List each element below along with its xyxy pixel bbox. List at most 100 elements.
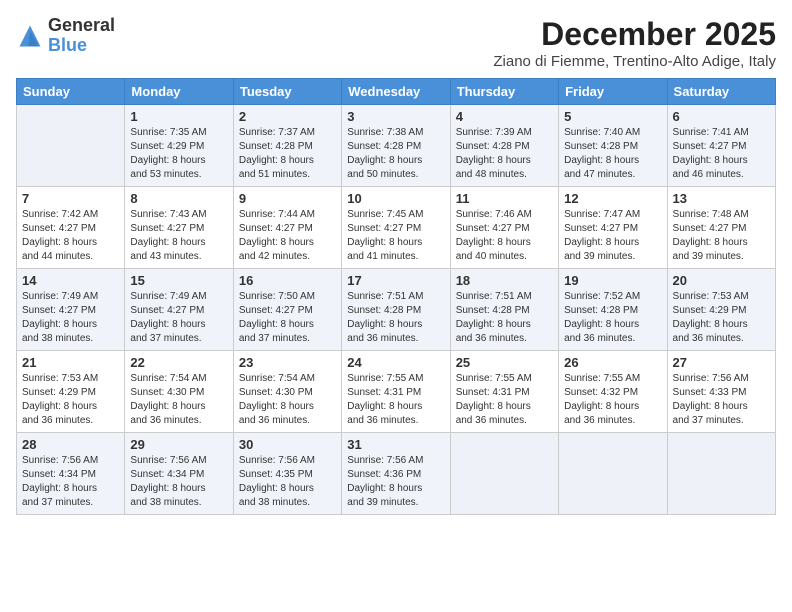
day-info: Sunrise: 7:51 AM Sunset: 4:28 PM Dayligh… <box>347 290 444 346</box>
day-info: Sunrise: 7:41 AM Sunset: 4:27 PM Dayligh… <box>673 126 770 182</box>
calendar-day-cell: 11 Sunrise: 7:46 AM Sunset: 4:27 PM Dayli… <box>450 187 558 269</box>
logo-blue-text: Blue <box>48 35 87 55</box>
day-number: 3 <box>347 109 444 124</box>
weekday-header: Sunday <box>17 79 125 105</box>
calendar-day-cell: 17 Sunrise: 7:51 AM Sunset: 4:28 PM Dayli… <box>342 269 450 351</box>
calendar-day-cell: 26 Sunrise: 7:55 AM Sunset: 4:32 PM Dayli… <box>559 351 667 433</box>
calendar-day-cell: 29 Sunrise: 7:56 AM Sunset: 4:34 PM Dayli… <box>125 433 233 515</box>
calendar-day-cell: 4 Sunrise: 7:39 AM Sunset: 4:28 PM Daylig… <box>450 105 558 187</box>
day-number: 16 <box>239 273 336 288</box>
day-number: 10 <box>347 191 444 206</box>
day-info: Sunrise: 7:51 AM Sunset: 4:28 PM Dayligh… <box>456 290 553 346</box>
day-info: Sunrise: 7:39 AM Sunset: 4:28 PM Dayligh… <box>456 126 553 182</box>
calendar-day-cell: 31Sunrise: 7:56 AM Sunset: 4:36 PM Dayli… <box>342 433 450 515</box>
day-number: 4 <box>456 109 553 124</box>
day-number: 28 <box>22 437 119 452</box>
day-info: Sunrise: 7:56 AM Sunset: 4:34 PM Dayligh… <box>130 454 227 510</box>
day-number: 18 <box>456 273 553 288</box>
day-number: 8 <box>130 191 227 206</box>
calendar-day-cell: 7Sunrise: 7:42 AM Sunset: 4:27 PM Daylig… <box>17 187 125 269</box>
day-number: 24 <box>347 355 444 370</box>
calendar-day-cell: 9 Sunrise: 7:44 AM Sunset: 4:27 PM Daylig… <box>233 187 341 269</box>
day-info: Sunrise: 7:37 AM Sunset: 4:28 PM Dayligh… <box>239 126 336 182</box>
day-number: 14 <box>22 273 119 288</box>
day-number: 15 <box>130 273 227 288</box>
calendar-day-cell: 23 Sunrise: 7:54 AM Sunset: 4:30 PM Dayli… <box>233 351 341 433</box>
calendar-day-cell: 1Sunrise: 7:35 AM Sunset: 4:29 PM Daylig… <box>125 105 233 187</box>
day-info: Sunrise: 7:56 AM Sunset: 4:34 PM Dayligh… <box>22 454 119 510</box>
weekday-header: Thursday <box>450 79 558 105</box>
day-info: Sunrise: 7:35 AM Sunset: 4:29 PM Dayligh… <box>130 126 227 182</box>
calendar-day-cell: 10 Sunrise: 7:45 AM Sunset: 4:27 PM Dayli… <box>342 187 450 269</box>
calendar-day-cell: 5 Sunrise: 7:40 AM Sunset: 4:28 PM Daylig… <box>559 105 667 187</box>
day-number: 23 <box>239 355 336 370</box>
calendar-day-cell <box>667 433 775 515</box>
day-number: 6 <box>673 109 770 124</box>
day-number: 20 <box>673 273 770 288</box>
calendar-day-cell: 21 Sunrise: 7:53 AM Sunset: 4:29 PM Dayli… <box>17 351 125 433</box>
day-info: Sunrise: 7:53 AM Sunset: 4:29 PM Dayligh… <box>673 290 770 346</box>
day-number: 5 <box>564 109 661 124</box>
logo-general-text: General <box>48 15 115 35</box>
day-number: 2 <box>239 109 336 124</box>
day-info: Sunrise: 7:49 AM Sunset: 4:27 PM Dayligh… <box>130 290 227 346</box>
day-number: 17 <box>347 273 444 288</box>
day-info: Sunrise: 7:56 AM Sunset: 4:33 PM Dayligh… <box>673 372 770 428</box>
day-number: 21 <box>22 355 119 370</box>
day-number: 19 <box>564 273 661 288</box>
day-info: Sunrise: 7:53 AM Sunset: 4:29 PM Dayligh… <box>22 372 119 428</box>
calendar-day-cell: 28 Sunrise: 7:56 AM Sunset: 4:34 PM Dayli… <box>17 433 125 515</box>
calendar-week-row: 1Sunrise: 7:35 AM Sunset: 4:29 PM Daylig… <box>17 105 776 187</box>
weekday-header: Friday <box>559 79 667 105</box>
calendar-week-row: 21 Sunrise: 7:53 AM Sunset: 4:29 PM Dayli… <box>17 351 776 433</box>
calendar-header-row: SundayMondayTuesdayWednesdayThursdayFrid… <box>17 79 776 105</box>
calendar-table: SundayMondayTuesdayWednesdayThursdayFrid… <box>16 78 776 515</box>
day-info: Sunrise: 7:56 AM Sunset: 4:35 PM Dayligh… <box>239 454 336 510</box>
day-number: 11 <box>456 191 553 206</box>
day-info: Sunrise: 7:54 AM Sunset: 4:30 PM Dayligh… <box>239 372 336 428</box>
day-info: Sunrise: 7:38 AM Sunset: 4:28 PM Dayligh… <box>347 126 444 182</box>
calendar-day-cell: 15 Sunrise: 7:49 AM Sunset: 4:27 PM Dayli… <box>125 269 233 351</box>
title-block: December 2025 Ziano di Fiemme, Trentino-… <box>493 16 776 70</box>
day-info: Sunrise: 7:46 AM Sunset: 4:27 PM Dayligh… <box>456 208 553 264</box>
calendar-day-cell: 18 Sunrise: 7:51 AM Sunset: 4:28 PM Dayli… <box>450 269 558 351</box>
day-number: 31 <box>347 437 444 452</box>
weekday-header: Monday <box>125 79 233 105</box>
day-info: Sunrise: 7:40 AM Sunset: 4:28 PM Dayligh… <box>564 126 661 182</box>
day-info: Sunrise: 7:52 AM Sunset: 4:28 PM Dayligh… <box>564 290 661 346</box>
calendar-day-cell: 22 Sunrise: 7:54 AM Sunset: 4:30 PM Dayli… <box>125 351 233 433</box>
calendar-day-cell <box>559 433 667 515</box>
calendar-day-cell: 24Sunrise: 7:55 AM Sunset: 4:31 PM Dayli… <box>342 351 450 433</box>
day-info: Sunrise: 7:50 AM Sunset: 4:27 PM Dayligh… <box>239 290 336 346</box>
calendar-day-cell: 14 Sunrise: 7:49 AM Sunset: 4:27 PM Dayli… <box>17 269 125 351</box>
weekday-header: Wednesday <box>342 79 450 105</box>
day-number: 9 <box>239 191 336 206</box>
calendar-day-cell: 6 Sunrise: 7:41 AM Sunset: 4:27 PM Daylig… <box>667 105 775 187</box>
day-number: 25 <box>456 355 553 370</box>
day-info: Sunrise: 7:45 AM Sunset: 4:27 PM Dayligh… <box>347 208 444 264</box>
day-number: 29 <box>130 437 227 452</box>
day-info: Sunrise: 7:49 AM Sunset: 4:27 PM Dayligh… <box>22 290 119 346</box>
day-info: Sunrise: 7:55 AM Sunset: 4:32 PM Dayligh… <box>564 372 661 428</box>
calendar-day-cell: 2 Sunrise: 7:37 AM Sunset: 4:28 PM Daylig… <box>233 105 341 187</box>
day-info: Sunrise: 7:43 AM Sunset: 4:27 PM Dayligh… <box>130 208 227 264</box>
day-info: Sunrise: 7:48 AM Sunset: 4:27 PM Dayligh… <box>673 208 770 264</box>
day-number: 22 <box>130 355 227 370</box>
day-number: 26 <box>564 355 661 370</box>
calendar-day-cell <box>450 433 558 515</box>
logo-icon <box>16 22 44 50</box>
calendar-day-cell: 16 Sunrise: 7:50 AM Sunset: 4:27 PM Dayli… <box>233 269 341 351</box>
day-info: Sunrise: 7:44 AM Sunset: 4:27 PM Dayligh… <box>239 208 336 264</box>
day-info: Sunrise: 7:54 AM Sunset: 4:30 PM Dayligh… <box>130 372 227 428</box>
calendar-day-cell: 8 Sunrise: 7:43 AM Sunset: 4:27 PM Daylig… <box>125 187 233 269</box>
calendar-day-cell: 3 Sunrise: 7:38 AM Sunset: 4:28 PM Daylig… <box>342 105 450 187</box>
weekday-header: Tuesday <box>233 79 341 105</box>
calendar-day-cell: 20 Sunrise: 7:53 AM Sunset: 4:29 PM Dayli… <box>667 269 775 351</box>
day-number: 12 <box>564 191 661 206</box>
calendar-day-cell: 13Sunrise: 7:48 AM Sunset: 4:27 PM Dayli… <box>667 187 775 269</box>
page-header: General Blue December 2025 Ziano di Fiem… <box>16 16 776 70</box>
day-number: 27 <box>673 355 770 370</box>
page-subtitle: Ziano di Fiemme, Trentino-Alto Adige, It… <box>493 53 776 70</box>
calendar-day-cell: 19 Sunrise: 7:52 AM Sunset: 4:28 PM Dayli… <box>559 269 667 351</box>
day-number: 30 <box>239 437 336 452</box>
